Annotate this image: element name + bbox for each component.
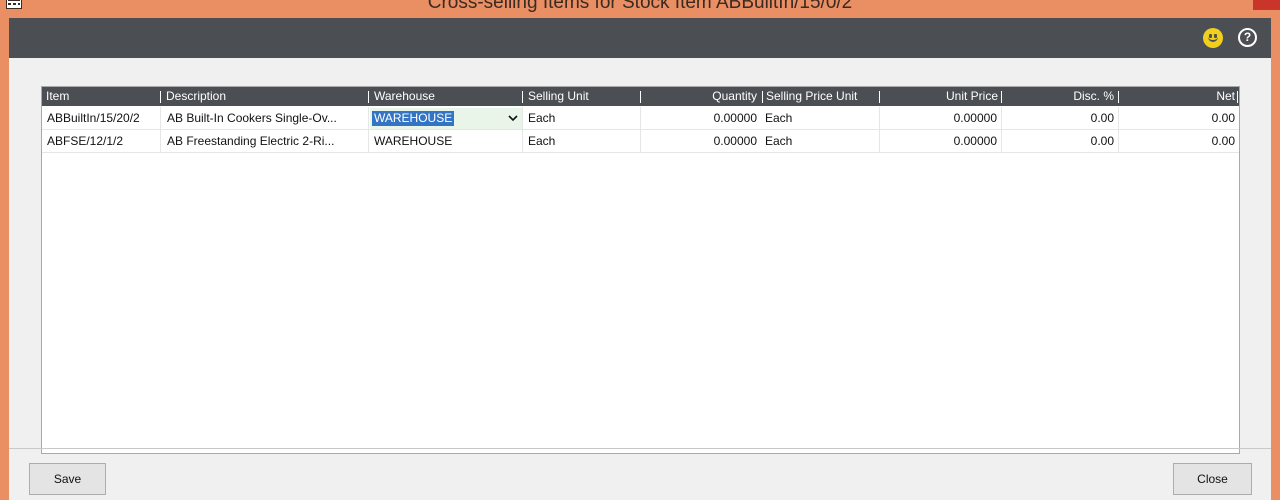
column-header-net[interactable]: Net — [1122, 87, 1235, 106]
column-header-unit-price[interactable]: Unit Price — [882, 87, 998, 106]
cell-description[interactable]: AB Built-In Cookers Single-Ov... — [167, 107, 365, 129]
close-button[interactable]: Close — [1173, 463, 1252, 495]
window-title: Cross-selling Items for Stock Item ABBui… — [427, 0, 853, 13]
column-header-disc[interactable]: Disc. % — [1004, 87, 1114, 106]
column-header-description[interactable]: Description — [166, 87, 226, 106]
cell-disc[interactable]: 0.00 — [1004, 107, 1114, 129]
column-header-warehouse[interactable]: Warehouse — [374, 87, 435, 106]
column-header-item[interactable]: Item — [46, 87, 69, 106]
cell-unit-price[interactable]: 0.00000 — [882, 107, 997, 129]
warehouse-dropdown[interactable]: WAREHOUSE — [370, 108, 523, 129]
grid-header: Item Description Warehouse Selling Unit … — [42, 87, 1239, 106]
cell-selling-price-unit[interactable]: Each — [765, 107, 875, 129]
cell-description[interactable]: AB Freestanding Electric 2-Ri... — [167, 130, 365, 152]
cell-unit-price[interactable]: 0.00000 — [882, 130, 997, 152]
chevron-down-icon[interactable] — [508, 110, 518, 126]
cell-item[interactable]: ABBuiltIn/15/20/2 — [47, 107, 159, 129]
help-icon[interactable]: ? — [1238, 28, 1257, 47]
cell-selling-price-unit[interactable]: Each — [765, 130, 875, 152]
save-button[interactable]: Save — [29, 463, 106, 495]
dialog-window: ? Item Description Warehouse Selling Uni… — [9, 18, 1271, 500]
cell-disc[interactable]: 0.00 — [1004, 130, 1114, 152]
table-row[interactable]: ABBuiltIn/15/20/2 AB Built-In Cookers Si… — [42, 107, 1239, 130]
cell-net[interactable]: 0.00 — [1122, 130, 1235, 152]
smiley-feedback-icon[interactable] — [1203, 28, 1223, 48]
cell-quantity[interactable]: 0.00000 — [642, 130, 757, 152]
column-header-selling-price-unit[interactable]: Selling Price Unit — [766, 87, 857, 106]
cell-net[interactable]: 0.00 — [1122, 107, 1235, 129]
cross-selling-grid[interactable]: Item Description Warehouse Selling Unit … — [41, 86, 1240, 454]
column-header-selling-unit[interactable]: Selling Unit — [528, 87, 589, 106]
cell-item[interactable]: ABFSE/12/1/2 — [47, 130, 159, 152]
toolbar: ? — [9, 18, 1271, 58]
footer-divider — [9, 448, 1271, 449]
table-row[interactable]: ABFSE/12/1/2 AB Freestanding Electric 2-… — [42, 130, 1239, 153]
title-bar: Cross-selling Items for Stock Item ABBui… — [0, 0, 1280, 18]
window-close-icon[interactable] — [1253, 0, 1280, 10]
column-header-quantity[interactable]: Quantity — [642, 87, 757, 106]
cell-selling-unit[interactable]: Each — [528, 107, 636, 129]
cell-warehouse[interactable]: WAREHOUSE — [374, 130, 519, 152]
cell-selling-unit[interactable]: Each — [528, 130, 636, 152]
cell-quantity[interactable]: 0.00000 — [642, 107, 757, 129]
warehouse-selected-value[interactable]: WAREHOUSE — [372, 111, 455, 126]
